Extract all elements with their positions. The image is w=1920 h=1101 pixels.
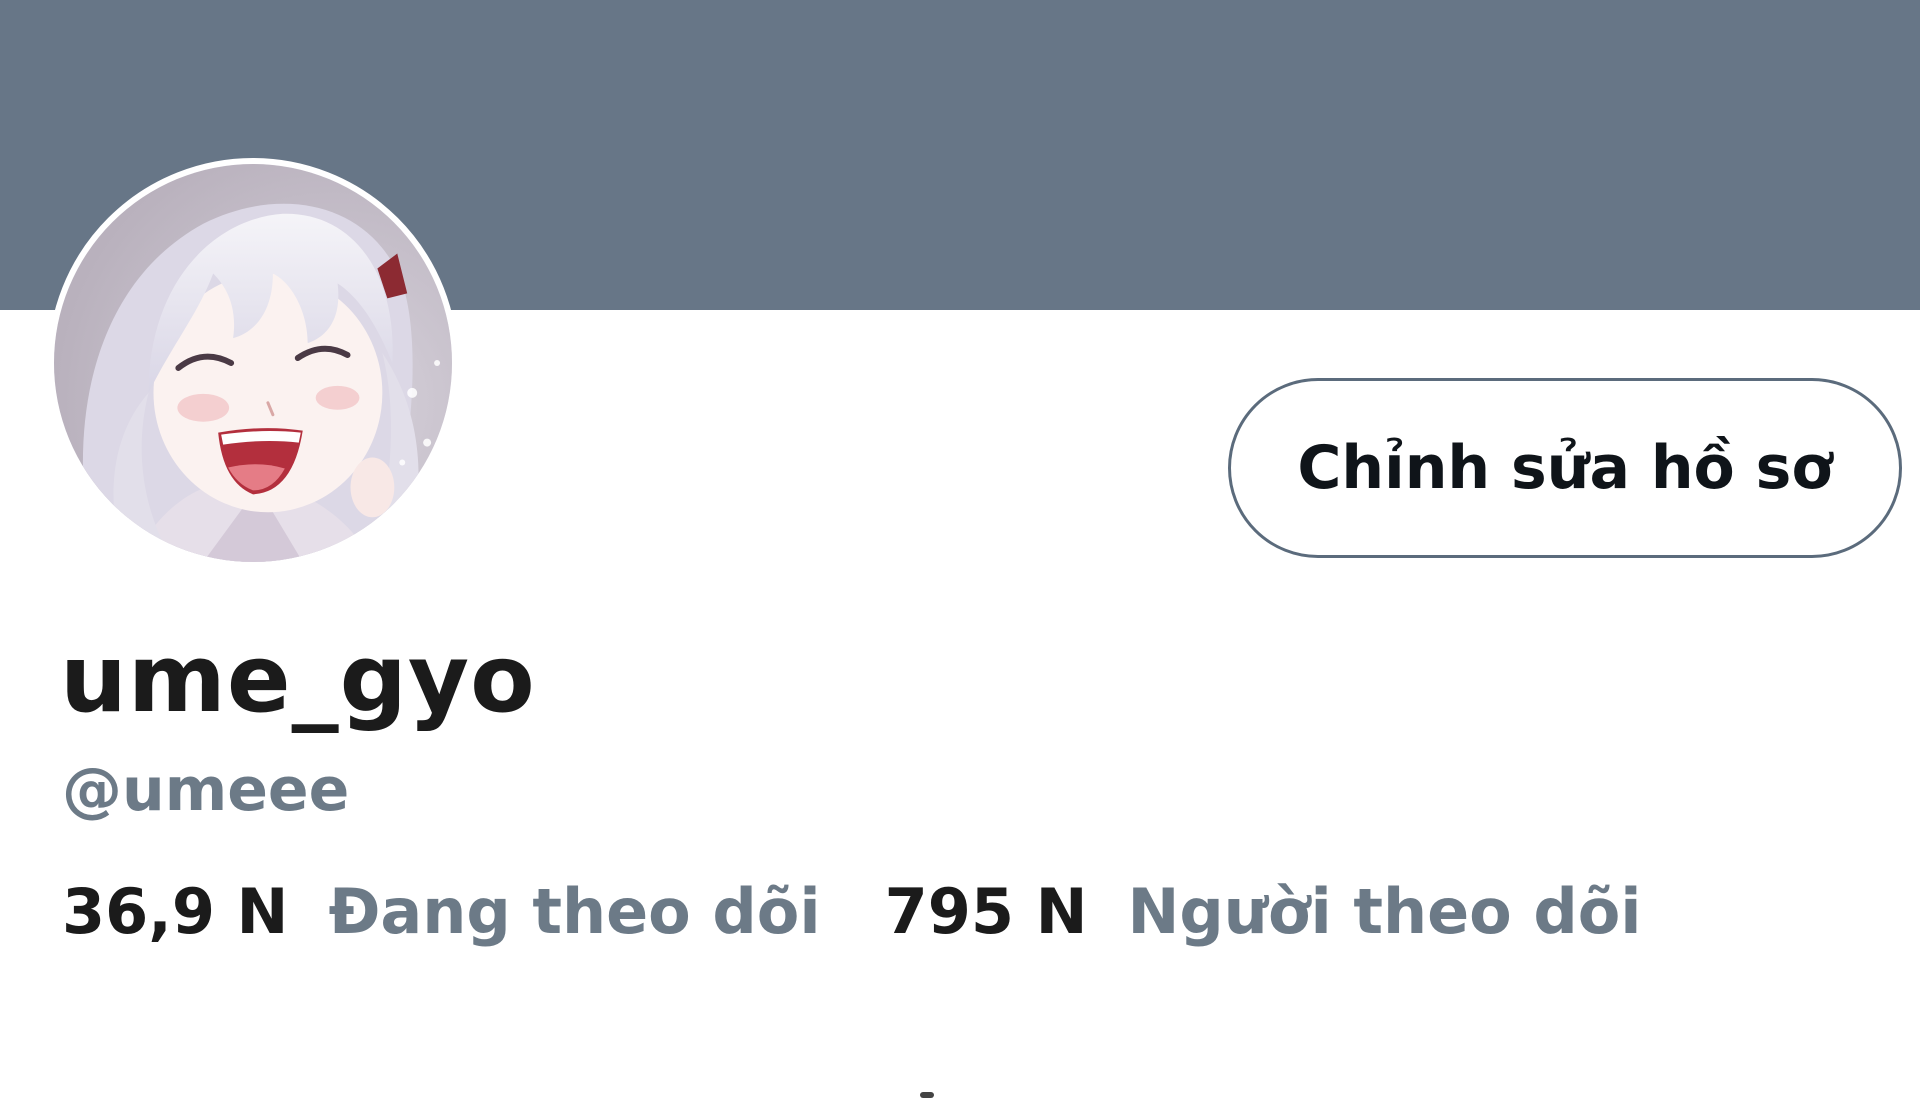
followers-label: Người theo dõi [1127, 875, 1642, 948]
following-count: 36,9 N [62, 875, 289, 948]
profile-avatar[interactable] [48, 158, 458, 568]
followers-count: 795 N [884, 875, 1088, 948]
anime-girl-avatar-icon [54, 164, 452, 562]
edit-profile-button[interactable]: Chỉnh sửa hồ sơ [1228, 378, 1902, 558]
profile-handle: @umeee [62, 755, 350, 825]
followers-stat-link[interactable]: 795 N Người theo dõi [885, 875, 1642, 948]
bottom-edge-mark [920, 1092, 934, 1098]
following-stat-link[interactable]: 36,9 N Đang theo dõi [62, 875, 821, 948]
profile-stats: 36,9 N Đang theo dõi 795 N Người theo dõ… [62, 875, 1642, 948]
following-label: Đang theo dõi [328, 875, 821, 948]
profile-page: Chỉnh sửa hồ sơ ume_gyo @umeee 36,9 N Đa… [0, 0, 1920, 1101]
profile-display-name: ume_gyo [60, 625, 536, 734]
